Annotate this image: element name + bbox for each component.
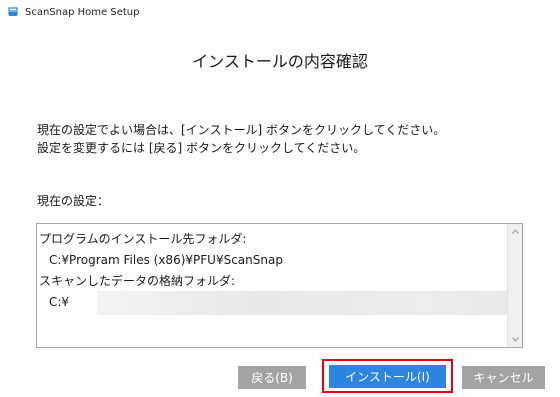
current-settings-label: 現在の設定： [37,194,110,208]
install-folder-value: C:¥Program Files (x86)¥PFU¥ScanSnap [49,253,283,267]
scroll-up-icon[interactable] [508,224,523,239]
data-folder-label: スキャンしたデータの格納フォルダ: [39,274,236,288]
instruction-line: 現在の設定でよい場合は、[インストール] ボタンをクリックしてください。 [37,123,446,137]
masked-path [97,291,507,315]
page-title: インストールの内容確認 [192,52,368,71]
install-button[interactable]: インストール(I) [329,365,446,388]
title-bar: ScanSnap Home Setup [0,0,560,24]
scansnap-icon [6,5,20,19]
instructions: 現在の設定でよい場合は、[インストール] ボタンをクリックしてください。 設定を… [37,121,527,157]
cancel-button[interactable]: キャンセル [462,366,545,389]
vertical-scrollbar[interactable] [507,224,522,347]
install-folder-label: プログラムのインストール先フォルダ: [39,232,247,246]
settings-textbox[interactable]: プログラムのインストール先フォルダ: C:¥Program Files (x86… [36,223,523,348]
instruction-line: 設定を変更するには [戻る] ボタンをクリックしてください。 [37,141,366,155]
settings-content: プログラムのインストール先フォルダ: C:¥Program Files (x86… [37,224,507,347]
scroll-down-icon[interactable] [508,332,523,347]
back-button[interactable]: 戻る(B) [238,366,306,389]
window-title: ScanSnap Home Setup [25,6,140,18]
